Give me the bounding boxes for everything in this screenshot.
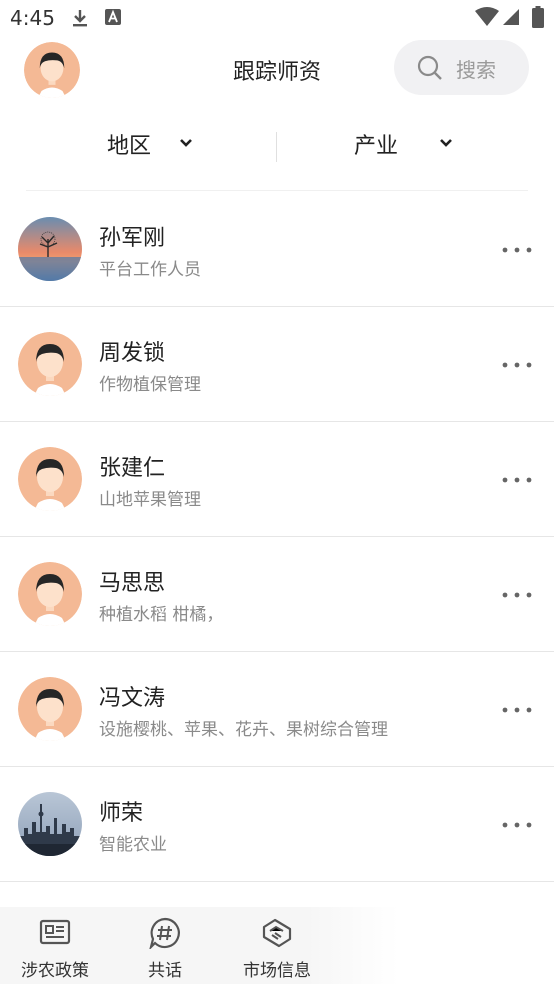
list-item[interactable]: 张建仁 山地苹果管理 bbox=[0, 422, 554, 537]
more-icon[interactable] bbox=[500, 358, 534, 372]
tab-label: 涉农政策 bbox=[21, 961, 89, 981]
battery-icon bbox=[532, 6, 544, 28]
expert-description: 平台工作人员 bbox=[99, 260, 201, 280]
avatar bbox=[18, 217, 82, 281]
expert-name: 冯文涛 bbox=[99, 686, 166, 711]
search-icon bbox=[417, 55, 442, 80]
header: 跟踪师资 搜索 bbox=[0, 36, 554, 102]
filter-region-label: 地区 bbox=[107, 134, 152, 159]
tab-label: 市场信息 bbox=[243, 961, 311, 981]
list-item[interactable]: 周发锁 作物植保管理 bbox=[0, 307, 554, 422]
avatar bbox=[18, 332, 82, 396]
sunset-photo-icon bbox=[18, 217, 82, 281]
list-item[interactable]: 马思思 种植水稻 柑橘， bbox=[0, 537, 554, 652]
expert-description: 设施樱桃、苹果、花卉、果树综合管理 bbox=[99, 720, 388, 740]
tab-label: 共话 bbox=[148, 961, 182, 981]
search-button[interactable]: 搜索 bbox=[394, 40, 529, 95]
newspaper-icon bbox=[39, 919, 71, 945]
default-avatar-icon bbox=[18, 447, 82, 511]
expert-description: 种植水稻 柑橘， bbox=[99, 605, 224, 625]
avatar bbox=[18, 677, 82, 741]
default-avatar-icon bbox=[18, 677, 82, 741]
app-notification-icon bbox=[105, 9, 121, 25]
expert-name: 师荣 bbox=[99, 801, 144, 826]
handshake-icon bbox=[262, 918, 292, 948]
avatar bbox=[18, 447, 82, 511]
filter-industry[interactable]: 产业 bbox=[354, 128, 452, 160]
tab-agri-policy[interactable]: 涉农政策 bbox=[0, 907, 110, 984]
status-time: 4:45 bbox=[10, 6, 55, 30]
expert-description: 山地苹果管理 bbox=[99, 490, 201, 510]
chevron-down-icon bbox=[180, 139, 192, 147]
more-icon[interactable] bbox=[500, 818, 534, 832]
tab-market-info[interactable]: 市场信息 bbox=[222, 907, 332, 984]
signal-icon bbox=[503, 9, 519, 25]
tab-discussion[interactable]: 共话 bbox=[110, 907, 220, 984]
list-item[interactable]: 冯文涛 设施樱桃、苹果、花卉、果树综合管理 bbox=[0, 652, 554, 767]
expert-name: 张建仁 bbox=[99, 456, 166, 481]
expert-description: 智能农业 bbox=[99, 835, 167, 855]
expert-name: 马思思 bbox=[99, 571, 166, 596]
city-photo-icon bbox=[18, 792, 82, 856]
bottom-tab-bar: 涉农政策 共话 市场信息 bbox=[0, 907, 554, 984]
expert-list: 孙军刚 平台工作人员 周发锁 作物植保管理 张建仁 山地苹果管理 马思思 种植水… bbox=[0, 192, 554, 882]
filter-bar: 地区 产业 bbox=[0, 112, 554, 182]
expert-name: 孙军刚 bbox=[99, 226, 166, 251]
filter-divider bbox=[276, 132, 277, 162]
download-icon bbox=[73, 10, 87, 27]
more-icon[interactable] bbox=[500, 243, 534, 257]
hashtag-chat-icon bbox=[149, 917, 180, 949]
filter-region[interactable]: 地区 bbox=[107, 128, 192, 160]
more-icon[interactable] bbox=[500, 588, 534, 602]
avatar bbox=[18, 562, 82, 626]
expert-description: 作物植保管理 bbox=[99, 375, 201, 395]
chevron-down-icon bbox=[440, 139, 452, 147]
more-icon[interactable] bbox=[500, 473, 534, 487]
list-item[interactable]: 师荣 智能农业 bbox=[0, 767, 554, 882]
list-item[interactable]: 孙军刚 平台工作人员 bbox=[0, 192, 554, 307]
status-bar: 4:45 bbox=[0, 0, 554, 36]
expert-name: 周发锁 bbox=[99, 341, 166, 366]
search-label: 搜索 bbox=[456, 58, 496, 82]
wifi-icon bbox=[475, 7, 499, 26]
divider bbox=[26, 190, 528, 191]
default-avatar-icon bbox=[18, 332, 82, 396]
filter-industry-label: 产业 bbox=[354, 134, 399, 159]
default-avatar-icon bbox=[18, 562, 82, 626]
avatar bbox=[18, 792, 82, 856]
more-icon[interactable] bbox=[500, 703, 534, 717]
